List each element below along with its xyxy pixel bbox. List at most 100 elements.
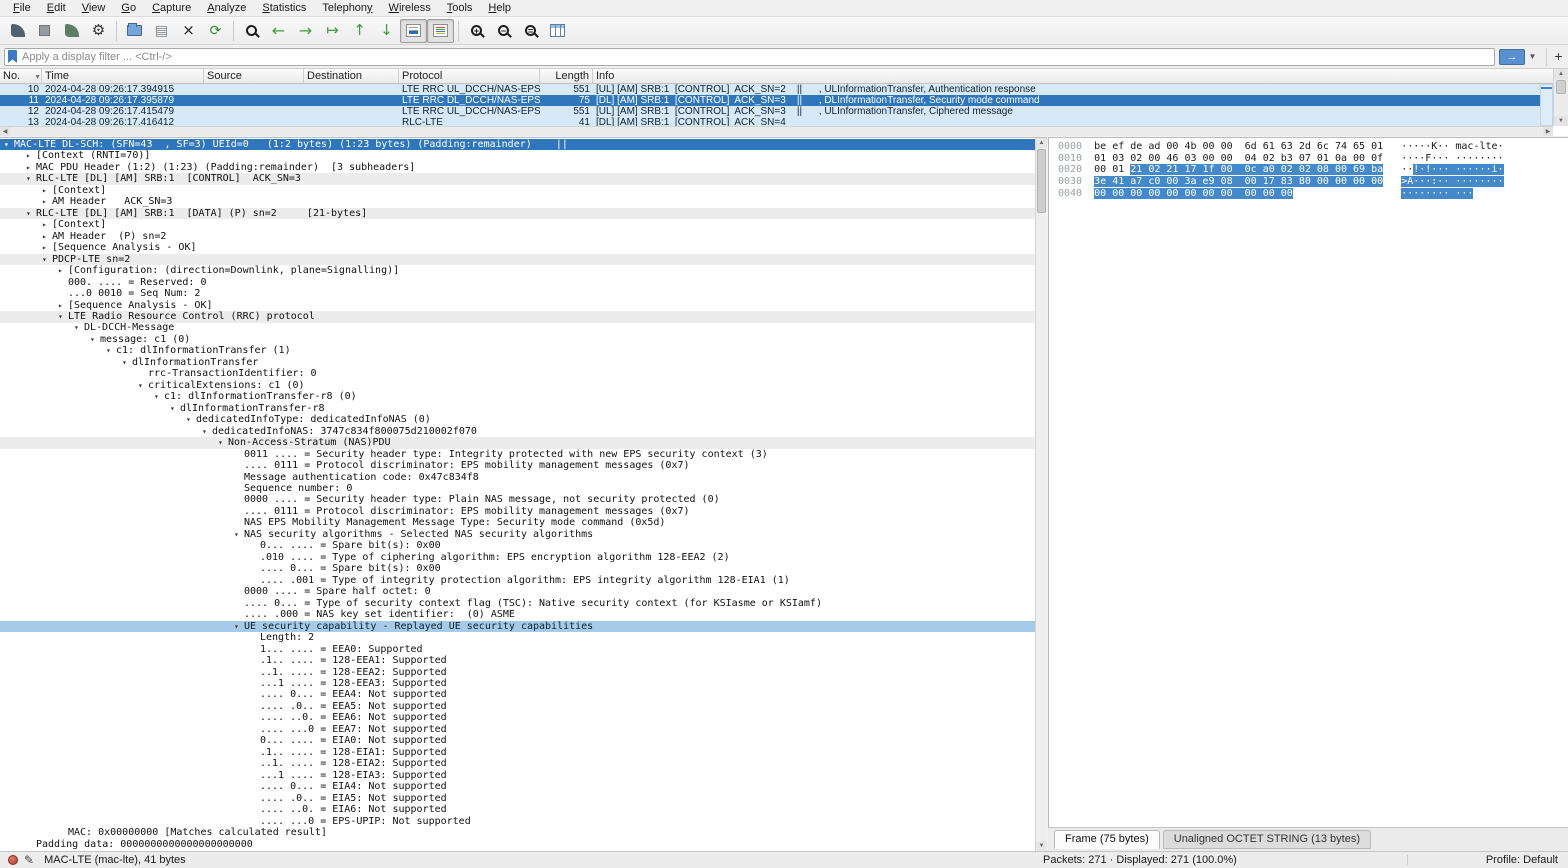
tree-row[interactable]: ▾ Non-Access-Stratum (NAS)PDU bbox=[0, 437, 1035, 449]
hex-row[interactable]: 0010 01 03 02 00 46 03 00 00 04 02 b3 07… bbox=[1049, 153, 1568, 165]
tree-row[interactable]: ▸ AM Header ACK_SN=3 bbox=[0, 196, 1035, 207]
tree-row[interactable]: ▾ criticalExtensions: c1 (0) bbox=[0, 380, 1035, 391]
column-header-source[interactable]: Source bbox=[204, 69, 304, 83]
display-filter-input[interactable]: Apply a display filter ... <Ctrl-/> bbox=[4, 47, 1495, 66]
tree-row[interactable]: ▾ RLC-LTE [DL] [AM] SRB:1 [CONTROL] ACK_S… bbox=[0, 173, 1035, 185]
capture-comment-icon[interactable]: ✎ bbox=[24, 853, 34, 867]
tree-row[interactable]: .1.. .... = 128-EIA1: Supported bbox=[0, 747, 1035, 758]
menu-item-file[interactable]: File bbox=[5, 1, 39, 16]
packet-list-vscrollbar[interactable]: ▲ ▼ bbox=[1553, 69, 1568, 126]
tree-row[interactable]: ▾ PDCP-LTE sn=2 bbox=[0, 254, 1035, 266]
tree-row[interactable]: ▸ [Sequence Analysis - OK] bbox=[0, 300, 1035, 311]
tree-row[interactable]: .... .000 = NAS key set identifier: (0) … bbox=[0, 609, 1035, 620]
menu-item-view[interactable]: View bbox=[74, 1, 114, 16]
tree-row[interactable]: MAC: 0x00000000 [Matches calculated resu… bbox=[0, 827, 1035, 838]
packet-list-hscrollbar[interactable]: ◀ ▶ bbox=[0, 126, 1553, 136]
go-back-button[interactable]: ← bbox=[265, 19, 292, 43]
tree-row[interactable]: 0000 .... = Spare half octet: 0 bbox=[0, 586, 1035, 597]
tree-row[interactable]: .... ..0. = EIA6: Not supported bbox=[0, 804, 1035, 815]
tree-row[interactable]: .... ..0. = EEA6: Not supported bbox=[0, 712, 1035, 723]
restart-capture-button[interactable] bbox=[58, 19, 85, 43]
tree-row[interactable]: ▸ [Context] bbox=[0, 219, 1035, 230]
tree-row[interactable]: ▾ dedicatedInfoNAS: 3747c834f800075d21000… bbox=[0, 426, 1035, 437]
expand-icon[interactable]: ▸ bbox=[42, 196, 52, 208]
bytes-tab-octet-string[interactable]: Unaligned OCTET STRING (13 bytes) bbox=[1162, 830, 1371, 849]
expand-icon[interactable]: ▸ bbox=[42, 242, 52, 254]
tree-row[interactable]: .... 0111 = Protocol discriminator: EPS … bbox=[0, 460, 1035, 471]
expand-icon[interactable]: ▸ bbox=[42, 185, 52, 197]
tree-row[interactable]: ...0 0010 = Seq Num: 2 bbox=[0, 288, 1035, 299]
expand-icon[interactable]: ▸ bbox=[42, 219, 52, 231]
zoom-original-button[interactable]: = bbox=[517, 19, 544, 43]
tree-row[interactable]: .1.. .... = 128-EEA1: Supported bbox=[0, 655, 1035, 666]
collapse-icon[interactable]: ▾ bbox=[154, 391, 164, 403]
hex-row[interactable]: 0040 00 00 00 00 00 00 00 00 00 00 00 ··… bbox=[1049, 187, 1568, 200]
tree-row[interactable]: 1... .... = EEA0: Supported bbox=[0, 644, 1035, 655]
menu-item-statistics[interactable]: Statistics bbox=[254, 1, 314, 16]
collapse-icon[interactable]: ▾ bbox=[234, 529, 244, 541]
go-last-button[interactable]: ↓ bbox=[373, 19, 400, 43]
tree-row[interactable]: 0... .... = EIA0: Not supported bbox=[0, 735, 1035, 746]
reload-file-button[interactable]: ⟳ bbox=[202, 19, 229, 43]
colorize-button[interactable] bbox=[427, 18, 454, 43]
expand-icon[interactable]: ▸ bbox=[42, 231, 52, 243]
expand-icon[interactable]: ▸ bbox=[58, 265, 68, 277]
scroll-up-icon[interactable]: ▲ bbox=[1554, 69, 1568, 79]
go-forward-button[interactable]: → bbox=[292, 19, 319, 43]
collapse-icon[interactable]: ▾ bbox=[186, 414, 196, 426]
tree-row[interactable]: ▸ MAC PDU Header (1:2) (1:23) (Padding:re… bbox=[0, 162, 1035, 173]
scrollbar-thumb[interactable] bbox=[1556, 80, 1566, 94]
add-filter-button[interactable]: + bbox=[1546, 47, 1564, 66]
tree-row[interactable]: .... .0.. = EEA5: Not supported bbox=[0, 701, 1035, 712]
tree-row[interactable]: ▸ [Context (RNTI=70)] bbox=[0, 150, 1035, 161]
auto-scroll-button[interactable] bbox=[400, 18, 427, 43]
scroll-left-icon[interactable]: ◀ bbox=[0, 127, 10, 136]
tree-row[interactable]: .... 0... = EIA4: Not supported bbox=[0, 781, 1035, 792]
column-header-length[interactable]: Length bbox=[540, 69, 593, 83]
collapse-icon[interactable]: ▾ bbox=[42, 254, 52, 266]
tree-row[interactable]: 0011 .... = Security header type: Integr… bbox=[0, 449, 1035, 460]
tree-row[interactable]: ▾ dlInformationTransfer-r8 bbox=[0, 403, 1035, 414]
tree-row[interactable]: 0000 .... = Security header type: Plain … bbox=[0, 494, 1035, 506]
collapse-icon[interactable]: ▾ bbox=[170, 403, 180, 415]
save-file-button[interactable]: ▤ bbox=[148, 19, 175, 43]
tree-row[interactable]: ▾ dlInformationTransfer bbox=[0, 357, 1035, 368]
scroll-down-icon[interactable]: ▼ bbox=[1036, 841, 1047, 851]
filter-dropdown-button[interactable]: ▼ bbox=[1525, 49, 1540, 65]
zoom-out-button[interactable]: − bbox=[490, 19, 517, 43]
find-packet-button[interactable] bbox=[238, 19, 265, 43]
tree-row[interactable]: .... .0.. = EIA5: Not supported bbox=[0, 793, 1035, 804]
tree-row[interactable]: Sequence number: 0 bbox=[0, 483, 1035, 494]
packet-row-13[interactable]: 13 2024-04-28 09:26:17.416412 RLC-LTE 41 [DL… bbox=[0, 117, 1568, 126]
collapse-icon[interactable]: ▾ bbox=[4, 139, 14, 151]
expand-icon[interactable]: ▸ bbox=[26, 162, 36, 174]
scroll-down-icon[interactable]: ▼ bbox=[1554, 116, 1568, 126]
resize-columns-button[interactable] bbox=[544, 19, 571, 43]
apply-filter-button[interactable]: → bbox=[1499, 48, 1525, 65]
tree-row[interactable]: .010 .... = Type of ciphering algorithm:… bbox=[0, 552, 1035, 563]
menu-item-edit[interactable]: Edit bbox=[39, 1, 74, 16]
tree-row[interactable]: ▾ c1: dlInformationTransfer (1) bbox=[0, 345, 1035, 356]
tree-row[interactable]: ▸ [Context] bbox=[0, 185, 1035, 196]
collapse-icon[interactable]: ▾ bbox=[218, 437, 228, 449]
collapse-icon[interactable]: ▾ bbox=[74, 322, 84, 334]
tree-row[interactable]: .... 0... = EEA4: Not supported bbox=[0, 689, 1035, 701]
zoom-in-button[interactable]: + bbox=[463, 19, 490, 43]
tree-row[interactable]: Message authentication code: 0x47c834f8 bbox=[0, 472, 1035, 483]
collapse-icon[interactable]: ▾ bbox=[26, 173, 36, 185]
tree-row[interactable]: Length: 2 bbox=[0, 632, 1035, 643]
tree-row[interactable]: NAS EPS Mobility Management Message Type… bbox=[0, 517, 1035, 528]
packet-row-11[interactable]: 11 2024-04-28 09:26:17.395879 LTE RRC DL_D… bbox=[0, 95, 1568, 106]
menu-item-wireless[interactable]: Wireless bbox=[381, 1, 439, 16]
close-file-button[interactable]: × bbox=[175, 19, 202, 43]
menu-item-analyze[interactable]: Analyze bbox=[199, 1, 254, 16]
menu-item-go[interactable]: Go bbox=[113, 1, 144, 16]
tree-row[interactable]: .... 0... = Type of security context fla… bbox=[0, 598, 1035, 609]
tree-row[interactable]: .... ...0 = EEA7: Not supported bbox=[0, 724, 1035, 735]
capture-options-button[interactable]: ⚙ bbox=[85, 19, 112, 43]
tree-row[interactable]: ▾ message: c1 (0) bbox=[0, 334, 1035, 345]
menu-item-help[interactable]: Help bbox=[480, 1, 519, 16]
collapse-icon[interactable]: ▾ bbox=[26, 208, 36, 220]
collapse-icon[interactable]: ▾ bbox=[106, 345, 116, 357]
intelligent-scrollbar[interactable] bbox=[1540, 84, 1553, 126]
